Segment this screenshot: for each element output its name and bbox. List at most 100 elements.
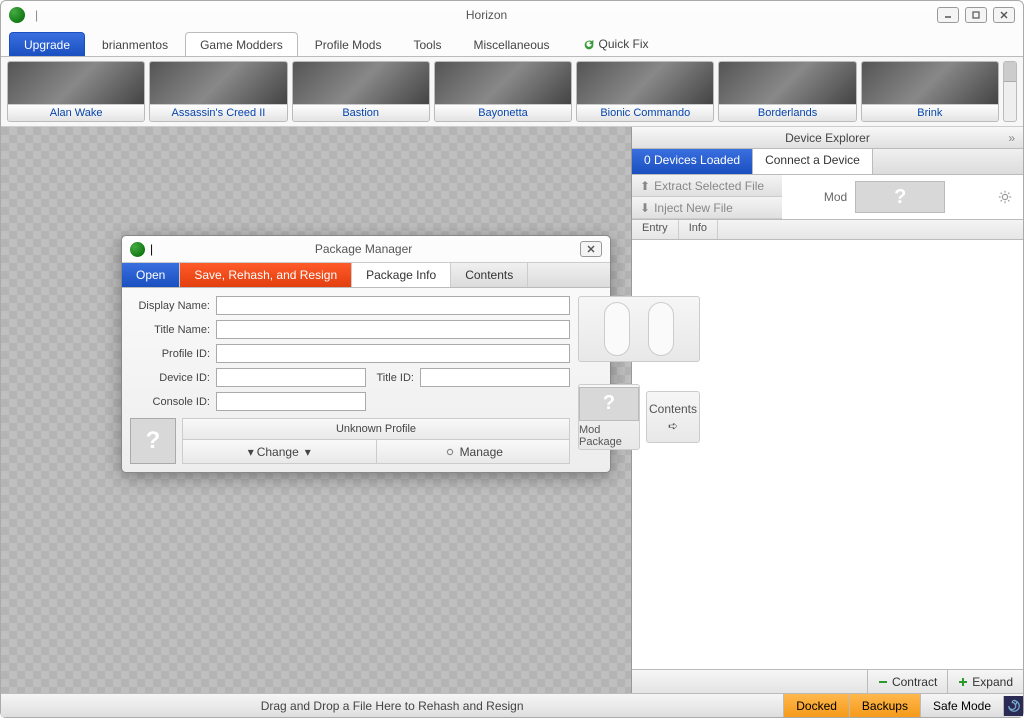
docked-button[interactable]: Docked [783, 694, 849, 717]
quick-fix-label: Quick Fix [599, 37, 649, 51]
collapse-icon[interactable]: » [1008, 131, 1015, 145]
profile-avatar-icon: ? [130, 418, 176, 464]
titlebar: | Horizon [1, 1, 1023, 29]
device-explorer-toolbar: ⬆Extract Selected File ⬇Inject New File … [632, 175, 1023, 220]
game-thumb-icon [150, 62, 286, 104]
contents-button[interactable]: Contents ➪ [646, 391, 700, 443]
input-display-name[interactable] [216, 296, 570, 315]
pkg-close-button[interactable] [580, 241, 602, 257]
maximize-button[interactable] [965, 7, 987, 23]
contract-button[interactable]: Contract [867, 670, 947, 693]
status-message: Drag and Drop a File Here to Rehash and … [1, 699, 783, 713]
game-thumb-icon [862, 62, 998, 104]
game-label: Assassin's Creed II [150, 104, 286, 121]
minimize-button[interactable] [937, 7, 959, 23]
device-explorer-tabs: 0 Devices Loaded Connect a Device [632, 149, 1023, 175]
pkg-fields: Display Name: Title Name: Profile ID: De… [130, 296, 570, 464]
label-console-id: Console ID: [130, 396, 210, 408]
device-explorer-footer: Contract Expand [632, 669, 1023, 693]
game-label: Bayonetta [435, 104, 571, 121]
app-window: | Horizon Upgrade brianmentos Game Modde… [0, 0, 1024, 718]
input-title-id[interactable] [420, 368, 570, 387]
close-button[interactable] [993, 7, 1015, 23]
game-thumb-icon [435, 62, 571, 104]
spiral-icon[interactable] [1003, 696, 1023, 716]
pkg-titlebar[interactable]: | Package Manager [122, 236, 610, 262]
tab-entry[interactable]: Entry [632, 220, 679, 239]
game-card[interactable]: Brink [861, 61, 999, 122]
game-thumb-icon [719, 62, 855, 104]
tab-contents[interactable]: Contents [451, 263, 528, 287]
tab-upgrade[interactable]: Upgrade [9, 32, 85, 56]
pkg-body: Display Name: Title Name: Profile ID: De… [122, 288, 610, 472]
tab-tools[interactable]: Tools [398, 32, 456, 56]
label-display-name: Display Name: [130, 300, 210, 312]
input-profile-id[interactable] [216, 344, 570, 363]
controller-pair [578, 296, 700, 362]
workarea: Device Explorer » 0 Devices Loaded Conne… [1, 127, 1023, 693]
tab-devices-loaded[interactable]: 0 Devices Loaded [632, 149, 753, 174]
tab-connect-device[interactable]: Connect a Device [753, 149, 873, 174]
game-label: Alan Wake [8, 104, 144, 121]
expand-button[interactable]: Expand [947, 670, 1023, 693]
mod-placeholder-icon[interactable]: ? [855, 181, 945, 213]
game-label: Brink [862, 104, 998, 121]
pkg-right-col: ? Mod Package Contents ➪ [578, 296, 700, 464]
down-arrow-icon: ⬇ [640, 201, 650, 215]
change-button[interactable]: ▾Change▾ [182, 440, 376, 464]
game-card[interactable]: Bastion [292, 61, 430, 122]
question-icon: ? [579, 387, 639, 421]
safe-mode-button[interactable]: Safe Mode [920, 694, 1003, 717]
tab-quick-fix[interactable]: Quick Fix [567, 31, 664, 56]
tab-brianmentos[interactable]: brianmentos [87, 32, 183, 56]
extract-file-button[interactable]: ⬆Extract Selected File [632, 175, 782, 197]
tab-open[interactable]: Open [122, 263, 180, 287]
mod-package-label: Mod Package [579, 424, 639, 448]
game-card[interactable]: Bayonetta [434, 61, 572, 122]
input-console-id[interactable] [216, 392, 366, 411]
game-card[interactable]: Bionic Commando [576, 61, 714, 122]
profile-box: ? Unknown Profile ▾Change▾ Manage [130, 418, 570, 464]
manage-button[interactable]: Manage [376, 440, 571, 464]
device-explorer-title-text: Device Explorer [785, 131, 870, 145]
mod-package-button[interactable]: ? Mod Package [578, 384, 640, 450]
app-logo-icon [9, 7, 25, 23]
dropdown-icon: ▾ [248, 445, 254, 459]
minus-icon [878, 677, 888, 687]
titlebar-separator: | [35, 8, 38, 22]
tab-profile-mods[interactable]: Profile Mods [300, 32, 397, 56]
device-mini-tabs: Entry Info [632, 220, 1023, 240]
tab-miscellaneous[interactable]: Miscellaneous [459, 32, 565, 56]
tab-package-info[interactable]: Package Info [352, 263, 451, 287]
contract-label: Contract [892, 675, 937, 689]
device-explorer-title: Device Explorer » [632, 127, 1023, 149]
gear-icon [998, 190, 1012, 204]
input-title-name[interactable] [216, 320, 570, 339]
extract-label: Extract Selected File [654, 179, 764, 193]
game-thumb-icon [293, 62, 429, 104]
label-title-id: Title ID: [372, 372, 414, 384]
game-label: Borderlands [719, 104, 855, 121]
game-strip: Alan Wake Assassin's Creed II Bastion Ba… [1, 57, 1023, 127]
manage-label: Manage [460, 445, 503, 459]
game-thumb-icon [8, 62, 144, 104]
game-card[interactable]: Borderlands [718, 61, 856, 122]
game-card[interactable]: Alan Wake [7, 61, 145, 122]
statusbar: Drag and Drop a File Here to Rehash and … [1, 693, 1023, 717]
tab-save-rehash-resign[interactable]: Save, Rehash, and Resign [180, 263, 352, 287]
inject-file-button[interactable]: ⬇Inject New File [632, 197, 782, 219]
backups-button[interactable]: Backups [849, 694, 920, 717]
tab-info[interactable]: Info [679, 220, 718, 239]
scroll-nub[interactable] [1004, 62, 1016, 82]
label-device-id: Device ID: [130, 372, 210, 384]
pkg-logo-icon [130, 242, 145, 257]
game-card[interactable]: Assassin's Creed II [149, 61, 287, 122]
tab-game-modders[interactable]: Game Modders [185, 32, 298, 56]
input-device-id[interactable] [216, 368, 366, 387]
expand-label: Expand [972, 675, 1013, 689]
game-scrollbar[interactable] [1003, 61, 1017, 122]
game-thumb-icon [577, 62, 713, 104]
settings-button[interactable] [987, 175, 1023, 219]
label-title-name: Title Name: [130, 324, 210, 336]
controller-icon [648, 302, 674, 356]
